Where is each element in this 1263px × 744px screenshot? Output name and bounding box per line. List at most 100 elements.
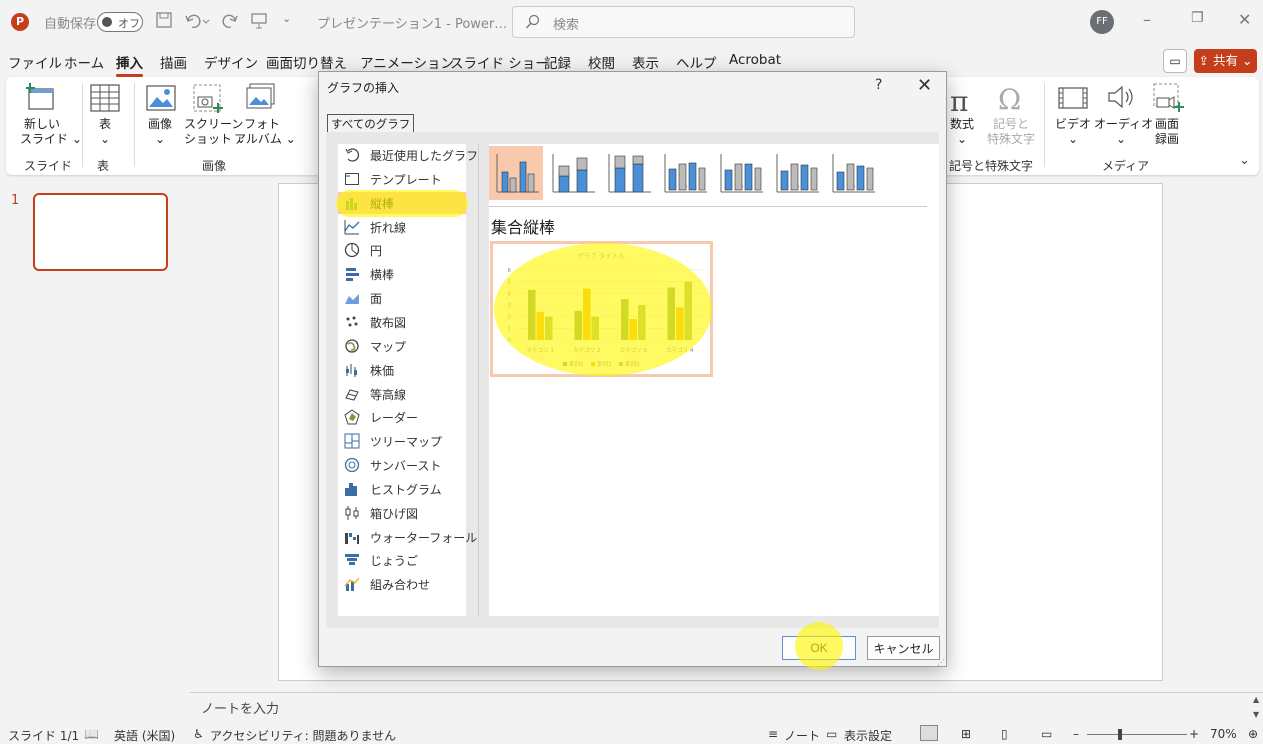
spellcheck-icon[interactable]: 📖 (84, 727, 99, 741)
chart-type-item[interactable]: 株価 (338, 359, 466, 381)
chart-type-item[interactable]: 箱ひげ図 (338, 502, 466, 524)
tab-help[interactable]: ヘルプ (676, 52, 717, 72)
3d-stacked-column-icon[interactable] (713, 146, 767, 200)
zoom-slider-thumb[interactable] (1118, 729, 1122, 740)
screen-recording-button[interactable]: 画面 録画 (1150, 117, 1184, 147)
chart-type-item[interactable]: ヒストグラム (338, 478, 466, 500)
autosave-toggle[interactable]: オフ (97, 12, 143, 32)
comments-icon[interactable]: ▭ (1163, 49, 1187, 73)
collapse-ribbon-icon[interactable]: ⌄ (1239, 153, 1250, 168)
cancel-button[interactable]: キャンセル (867, 636, 940, 660)
minimize-icon[interactable]: – (1143, 10, 1151, 29)
tab-insert[interactable]: 挿入 (116, 52, 143, 77)
fit-to-window-icon[interactable]: ⊕ (1248, 727, 1258, 741)
customize-qat-icon[interactable]: ⌄ (282, 12, 291, 25)
equation-button[interactable]: 数式 ⌄ (946, 117, 978, 147)
chart-type-item[interactable]: 折れ線 (338, 216, 466, 238)
redo-icon[interactable] (221, 12, 239, 34)
chart-type-item[interactable]: 等高線 (338, 383, 466, 405)
display-settings-button[interactable]: 表示設定 (844, 727, 892, 744)
tab-transitions[interactable]: 画面切り替え (266, 52, 347, 72)
close-window-icon[interactable]: ✕ (1238, 10, 1251, 29)
normal-view-icon[interactable] (920, 725, 938, 741)
chart-type-item[interactable]: サンバースト (338, 454, 466, 476)
line-chart-icon (344, 219, 360, 235)
3d-column-icon[interactable] (825, 146, 879, 200)
chart-type-item[interactable]: 散布図 (338, 311, 466, 333)
present-icon[interactable] (250, 12, 268, 34)
tab-file[interactable]: ファイル (8, 52, 62, 72)
tab-view[interactable]: 表示 (632, 52, 659, 72)
subtype-title: 集合縦棒 (491, 218, 556, 237)
stacked-column-icon[interactable] (545, 146, 599, 200)
restore-icon[interactable]: ❐ (1191, 10, 1204, 26)
new-slide-button[interactable]: 新しい スライド ⌄ (20, 117, 82, 147)
chart-type-item[interactable]: 最近使用したグラフ (338, 144, 478, 166)
sunburst-chart-icon (344, 457, 360, 473)
scroll-up-icon[interactable]: ▲ (1253, 695, 1259, 704)
chart-subtype-panel: 集合縦棒 グラフ タイトル0123456カテゴリ 1カテゴリ 2カテゴリ 3カテ… (489, 144, 939, 616)
close-icon[interactable]: ✕ (917, 75, 932, 96)
bar-chart-icon (346, 268, 359, 282)
photo-album-button[interactable]: フォト アルバム ⌄ (234, 117, 296, 147)
chart-type-item[interactable]: レーダー (338, 406, 466, 428)
image-button[interactable]: 画像 ⌄ (144, 117, 176, 147)
dialog-title: グラフの挿入 (327, 81, 400, 95)
zoom-slider[interactable] (1087, 734, 1187, 735)
chart-type-label: レーダー (370, 411, 419, 426)
help-icon[interactable]: ? (875, 77, 882, 93)
slide-thumbnail[interactable] (33, 193, 168, 271)
tab-animations[interactable]: アニメーション (360, 52, 454, 72)
tab-acrobat[interactable]: Acrobat (729, 52, 781, 68)
accessibility-status[interactable]: アクセシビリティ: 問題ありません (210, 727, 396, 744)
100-stacked-column-icon[interactable] (601, 146, 655, 200)
zoom-in-icon[interactable]: + (1189, 727, 1199, 741)
powerpoint-logo-icon: P (11, 13, 29, 31)
chart-type-item[interactable]: 組み合わせ (338, 573, 466, 595)
share-button[interactable]: ⇪ 共有 ⌄ (1194, 49, 1257, 73)
notes-placeholder: ノートを入力 (201, 702, 280, 717)
tab-record[interactable]: 記録 (544, 52, 571, 72)
scroll-down-icon[interactable]: ▼ (1253, 710, 1259, 719)
zoom-out-icon[interactable]: – (1073, 727, 1079, 741)
symbol-button[interactable]: 記号と 特殊文字 (984, 117, 1038, 147)
video-button[interactable]: ビデオ ⌄ (1054, 117, 1092, 147)
chart-type-item[interactable]: テンプレート (338, 168, 466, 190)
chart-type-item[interactable]: マップ (338, 335, 466, 357)
notes-icon: ≡ (768, 727, 779, 741)
symbol-icon: Ω (998, 83, 1022, 116)
subtype-row (489, 146, 929, 202)
resize-grip-icon[interactable]: ⋰ (937, 658, 945, 667)
chart-type-item[interactable]: じょうご (338, 549, 466, 571)
chart-type-item[interactable]: 面 (338, 287, 466, 309)
search-input[interactable]: 検索 (512, 6, 855, 38)
zoom-level[interactable]: 70% (1210, 727, 1237, 741)
chart-type-item[interactable]: 横棒 (338, 263, 466, 285)
chart-type-item[interactable]: ウォーターフォール (338, 526, 477, 548)
notes-button[interactable]: ノート (784, 727, 820, 744)
save-icon[interactable] (155, 11, 173, 33)
reading-view-icon[interactable]: ▯ (1001, 727, 1008, 741)
tab-slideshow[interactable]: スライド ショー (450, 52, 549, 72)
slideshow-view-icon[interactable]: ▭ (1041, 727, 1052, 741)
3d-100-stacked-column-icon[interactable] (769, 146, 823, 200)
tab-draw[interactable]: 描画 (160, 52, 187, 72)
avatar[interactable]: FF (1090, 10, 1114, 34)
tab-design[interactable]: デザイン (204, 52, 258, 72)
tab-home[interactable]: ホーム (64, 52, 104, 72)
chart-type-item[interactable]: 円 (338, 239, 466, 261)
screenshot-button[interactable]: スクリーン ショット ⌄ (184, 117, 246, 147)
chart-type-item[interactable]: ツリーマップ (338, 430, 466, 452)
tab-review[interactable]: 校閲 (588, 52, 615, 72)
chart-type-label: マップ (370, 339, 407, 354)
table-button[interactable]: 表 ⌄ (94, 117, 116, 147)
chart-type-label: 散布図 (370, 315, 407, 330)
notes-pane[interactable] (190, 692, 1263, 722)
slide-sorter-icon[interactable]: ⊞ (961, 727, 971, 741)
undo-icon[interactable] (184, 12, 210, 34)
language[interactable]: 英語 (米国) (114, 727, 175, 744)
clustered-column-icon[interactable] (489, 146, 543, 200)
3d-clustered-column-icon[interactable] (657, 146, 711, 200)
tab-all-charts[interactable]: すべてのグラフ (327, 114, 415, 134)
audio-button[interactable]: オーディオ ⌄ (1094, 117, 1153, 147)
